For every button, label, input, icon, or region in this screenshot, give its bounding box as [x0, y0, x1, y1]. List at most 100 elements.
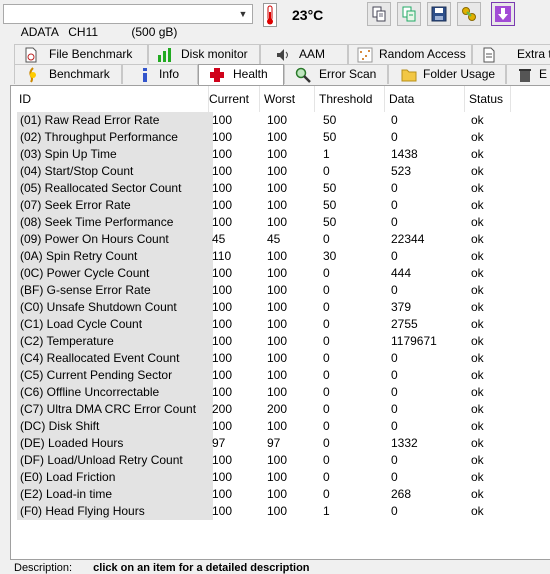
cell-status: ok — [471, 198, 484, 212]
column-header-id[interactable]: ID — [15, 86, 209, 112]
cell-data: 444 — [391, 266, 412, 280]
tab-extra-tests[interactable]: Extra te — [472, 44, 550, 64]
cell-data: 523 — [391, 164, 412, 178]
thermometer-icon — [263, 3, 277, 27]
cell-worst: 100 — [267, 368, 288, 382]
tab-label: Folder Usage — [423, 67, 496, 81]
copy-export-button[interactable] — [397, 2, 421, 26]
cell-data: 0 — [391, 249, 398, 263]
toolbar: ADATA CH11 (500 gB) ▼ 23°C — [0, 0, 550, 39]
cell-threshold: 0 — [323, 470, 330, 484]
cell-data: 0 — [391, 113, 398, 127]
extra-tests-icon — [483, 47, 495, 63]
cell-threshold: 0 — [323, 419, 330, 433]
table-row[interactable]: (C5) Current Pending Sector 100 100 0 0 ok — [11, 367, 550, 384]
tab-disk-monitor[interactable]: Disk monitor — [148, 44, 260, 64]
column-header-threshold[interactable]: Threshold — [315, 86, 385, 112]
cell-current: 100 — [212, 334, 233, 348]
cell-current: 100 — [212, 385, 233, 399]
cell-status: ok — [471, 368, 484, 382]
options-button[interactable] — [457, 2, 481, 26]
cell-data: 0 — [391, 283, 398, 297]
cell-current: 100 — [212, 181, 233, 195]
column-header-status[interactable]: Status — [465, 86, 511, 112]
table-row[interactable]: (DF) Load/Unload Retry Count 100 100 0 0 ok — [11, 452, 550, 469]
cell-data: 0 — [391, 453, 398, 467]
table-row[interactable]: (BF) G-sense Error Rate 100 100 0 0 ok — [11, 282, 550, 299]
cell-worst: 100 — [267, 113, 288, 127]
cell-current: 100 — [212, 283, 233, 297]
benchmark-icon — [29, 67, 36, 83]
table-row[interactable]: (C6) Offline Uncorrectable 100 100 0 0 ok — [11, 384, 550, 401]
cell-id: (E2) Load-in time — [17, 486, 213, 503]
cell-current: 100 — [212, 164, 233, 178]
tab-file-benchmark[interactable]: File Benchmark — [14, 44, 148, 64]
cell-status: ok — [471, 334, 484, 348]
cell-threshold: 0 — [323, 232, 330, 246]
table-row[interactable]: (F0) Head Flying Hours 100 100 1 0 ok — [11, 503, 550, 520]
cell-worst: 200 — [267, 402, 288, 416]
tab-health[interactable]: Health — [198, 64, 284, 85]
cell-id: (DF) Load/Unload Retry Count — [17, 452, 213, 469]
tab-folder-usage[interactable]: Folder Usage — [388, 64, 506, 84]
download-button[interactable] — [491, 2, 515, 26]
column-header-worst[interactable]: Worst — [260, 86, 315, 112]
table-row[interactable]: (0A) Spin Retry Count 110 100 30 0 ok — [11, 248, 550, 265]
tab-random-access[interactable]: Random Access — [348, 44, 472, 64]
table-row[interactable]: (03) Spin Up Time 100 100 1 1438 ok — [11, 146, 550, 163]
tab-erase[interactable]: E — [506, 64, 550, 84]
cell-worst: 100 — [267, 351, 288, 365]
table-row[interactable]: (02) Throughput Performance 100 100 50 0 ok — [11, 129, 550, 146]
cell-current: 100 — [212, 487, 233, 501]
cell-threshold: 0 — [323, 317, 330, 331]
table-row[interactable]: (08) Seek Time Performance 100 100 50 0 ok — [11, 214, 550, 231]
tab-error-scan[interactable]: Error Scan — [284, 64, 388, 84]
table-row[interactable]: (0C) Power Cycle Count 100 100 0 444 ok — [11, 265, 550, 282]
table-row[interactable]: (C2) Temperature 100 100 0 1179671 ok — [11, 333, 550, 350]
table-row[interactable]: (DC) Disk Shift 100 100 0 0 ok — [11, 418, 550, 435]
cell-id: (03) Spin Up Time — [17, 146, 213, 163]
chevron-down-icon[interactable]: ▼ — [234, 5, 252, 23]
table-row[interactable]: (E2) Load-in time 100 100 0 268 ok — [11, 486, 550, 503]
cell-current: 100 — [212, 130, 233, 144]
cell-worst: 100 — [267, 198, 288, 212]
cell-status: ok — [471, 283, 484, 297]
tab-benchmark[interactable]: Benchmark — [14, 64, 122, 84]
cell-threshold: 0 — [323, 334, 330, 348]
table-row[interactable]: (04) Start/Stop Count 100 100 0 523 ok — [11, 163, 550, 180]
cell-worst: 100 — [267, 266, 288, 280]
cell-id: (DE) Loaded Hours — [17, 435, 213, 452]
cell-status: ok — [471, 504, 484, 518]
table-row[interactable]: (C0) Unsafe Shutdown Count 100 100 0 379 ok — [11, 299, 550, 316]
table-row[interactable]: (C7) Ultra DMA CRC Error Count 200 200 0 0 ok — [11, 401, 550, 418]
table-row[interactable]: (C1) Load Cycle Count 100 100 0 2755 ok — [11, 316, 550, 333]
tab-label: E — [539, 67, 548, 81]
column-header-current[interactable]: Current — [205, 86, 260, 112]
drive-select-value: ADATA CH11 (500 gB) — [20, 25, 178, 39]
cell-current: 100 — [212, 147, 233, 161]
table-row[interactable]: (C4) Reallocated Event Count 100 100 0 0 ok — [11, 350, 550, 367]
description-bar: Description: click on an item for a deta… — [14, 562, 310, 574]
save-button[interactable] — [427, 2, 451, 26]
temperature-readout: 23°C — [292, 7, 324, 23]
table-row[interactable]: (09) Power On Hours Count 45 45 0 22344 ok — [11, 231, 550, 248]
tab-info[interactable]: Info — [122, 64, 198, 84]
cell-id: (01) Raw Read Error Rate — [17, 112, 213, 129]
cell-data: 0 — [391, 470, 398, 484]
table-row[interactable]: (DE) Loaded Hours 97 97 0 1332 ok — [11, 435, 550, 452]
cell-current: 45 — [212, 232, 226, 246]
drive-select[interactable]: ADATA CH11 (500 gB) ▼ — [3, 4, 253, 39]
column-header-data[interactable]: Data — [385, 86, 465, 112]
cell-data: 0 — [391, 351, 398, 365]
table-row[interactable]: (01) Raw Read Error Rate 100 100 50 0 ok — [11, 112, 550, 129]
table-row[interactable]: (07) Seek Error Rate 100 100 50 0 ok — [11, 197, 550, 214]
table-row[interactable]: (E0) Load Friction 100 100 0 0 ok — [11, 469, 550, 486]
cell-id: (0C) Power Cycle Count — [17, 265, 213, 282]
cell-status: ok — [471, 130, 484, 144]
cell-id: (09) Power On Hours Count — [17, 231, 213, 248]
cell-threshold: 0 — [323, 368, 330, 382]
tab-aam[interactable]: AAM — [260, 44, 348, 64]
table-row[interactable]: (05) Reallocated Sector Count 100 100 50 0 ok — [11, 180, 550, 197]
copy-button[interactable] — [367, 2, 391, 26]
tab-label: Random Access — [379, 47, 466, 61]
